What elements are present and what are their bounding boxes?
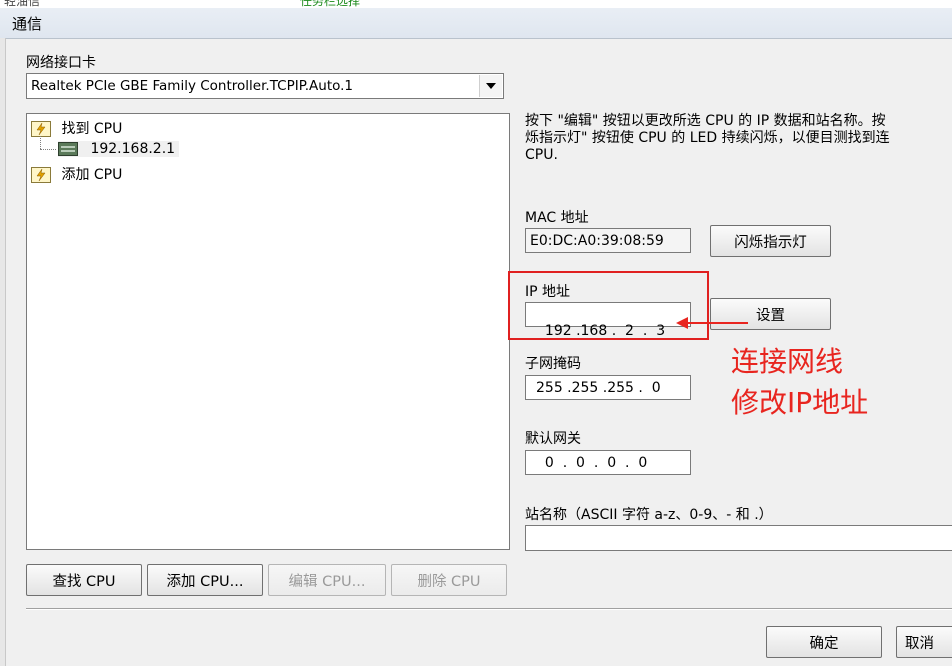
add-cpu-button[interactable]: 添加 CPU... — [147, 564, 263, 596]
window-title: 通信 — [12, 15, 43, 33]
gateway-label: 默认网关 — [525, 431, 581, 447]
default-gateway-value: 0 . 0 . 0 . 0 — [536, 455, 648, 471]
mac-address-value: E0:DC:A0:39:08:59 — [530, 233, 664, 249]
subnet-label: 子网掩码 — [525, 356, 581, 372]
nic-dropdown[interactable]: Realtek PCIe GBE Family Controller.TCPIP… — [26, 73, 504, 99]
subnet-mask-value: 255 .255 .255 . 0 — [536, 380, 661, 396]
cpu-tree[interactable]: 找到 CPU 192.168.2.1 添加 CPU — [26, 113, 510, 550]
tree-label-found-cpu: 找到 CPU — [61, 121, 123, 137]
title-bar[interactable]: 通信 — [0, 8, 952, 39]
tree-label-cpu-ip: 192.168.2.1 — [90, 141, 176, 157]
lightning-folder-icon — [31, 121, 51, 137]
tree-node-add-cpu[interactable]: 添加 CPU — [31, 164, 122, 184]
instructions-line: 烁指示灯" 按钮使 CPU 的 LED 持续闪烁，以便目测找到连 — [525, 130, 890, 146]
tree-connector — [40, 136, 42, 149]
cpu-module-icon — [58, 142, 78, 156]
cancel-button-clip: 取消 — [896, 626, 952, 658]
subnet-mask-field[interactable]: 255 .255 .255 . 0 — [525, 375, 691, 400]
instructions-line: CPU. — [525, 147, 558, 163]
footer-divider — [26, 608, 952, 610]
annotation-connect-cable: 连接网线 — [731, 345, 844, 378]
edit-cpu-button[interactable]: 编辑 CPU... — [268, 564, 386, 596]
station-name-label: 站名称（ASCII 字符 a-z、0-9、- 和 .） — [525, 507, 773, 523]
tree-connector — [40, 149, 56, 151]
find-cpu-button[interactable]: 查找 CPU — [26, 564, 142, 596]
instructions-text: 按下 "编辑" 按钮以更改所选 CPU 的 IP 数据和站名称。按 烁指示灯" … — [525, 113, 952, 164]
default-gateway-field[interactable]: 0 . 0 . 0 . 0 — [525, 450, 691, 475]
dropdown-arrow-icon[interactable] — [479, 75, 502, 97]
arrow-left-icon — [676, 317, 748, 329]
tree-node-found-cpu[interactable]: 找到 CPU — [31, 118, 122, 138]
flash-led-button[interactable]: 闪烁指示灯 — [710, 225, 831, 257]
window-left-edge — [0, 38, 6, 666]
background-text: 任务栏选择 — [300, 0, 361, 8]
instructions-line: 按下 "编辑" 按钮以更改所选 CPU 的 IP 数据和站名称。按 — [525, 113, 886, 129]
station-name-field[interactable] — [525, 525, 952, 551]
nic-label: 网络接口卡 — [26, 55, 96, 71]
mac-label: MAC 地址 — [525, 210, 589, 226]
tree-node-cpu-device[interactable]: 192.168.2.1 — [58, 141, 180, 157]
ok-button[interactable]: 确定 — [766, 626, 882, 658]
lightning-folder-icon — [31, 167, 51, 183]
nic-selected-value: Realtek PCIe GBE Family Controller.TCPIP… — [31, 78, 354, 94]
cancel-button[interactable]: 取消 — [896, 626, 952, 658]
mac-address-field: E0:DC:A0:39:08:59 — [525, 228, 691, 253]
delete-cpu-button[interactable]: 删除 CPU — [391, 564, 507, 596]
background-text: 轻油信 — [4, 0, 41, 8]
annotation-modify-ip: 修改IP地址 — [731, 386, 869, 419]
background-window-strip: 轻油信 任务栏选择 — [0, 0, 952, 8]
tree-label-add-cpu: 添加 CPU — [61, 167, 123, 183]
